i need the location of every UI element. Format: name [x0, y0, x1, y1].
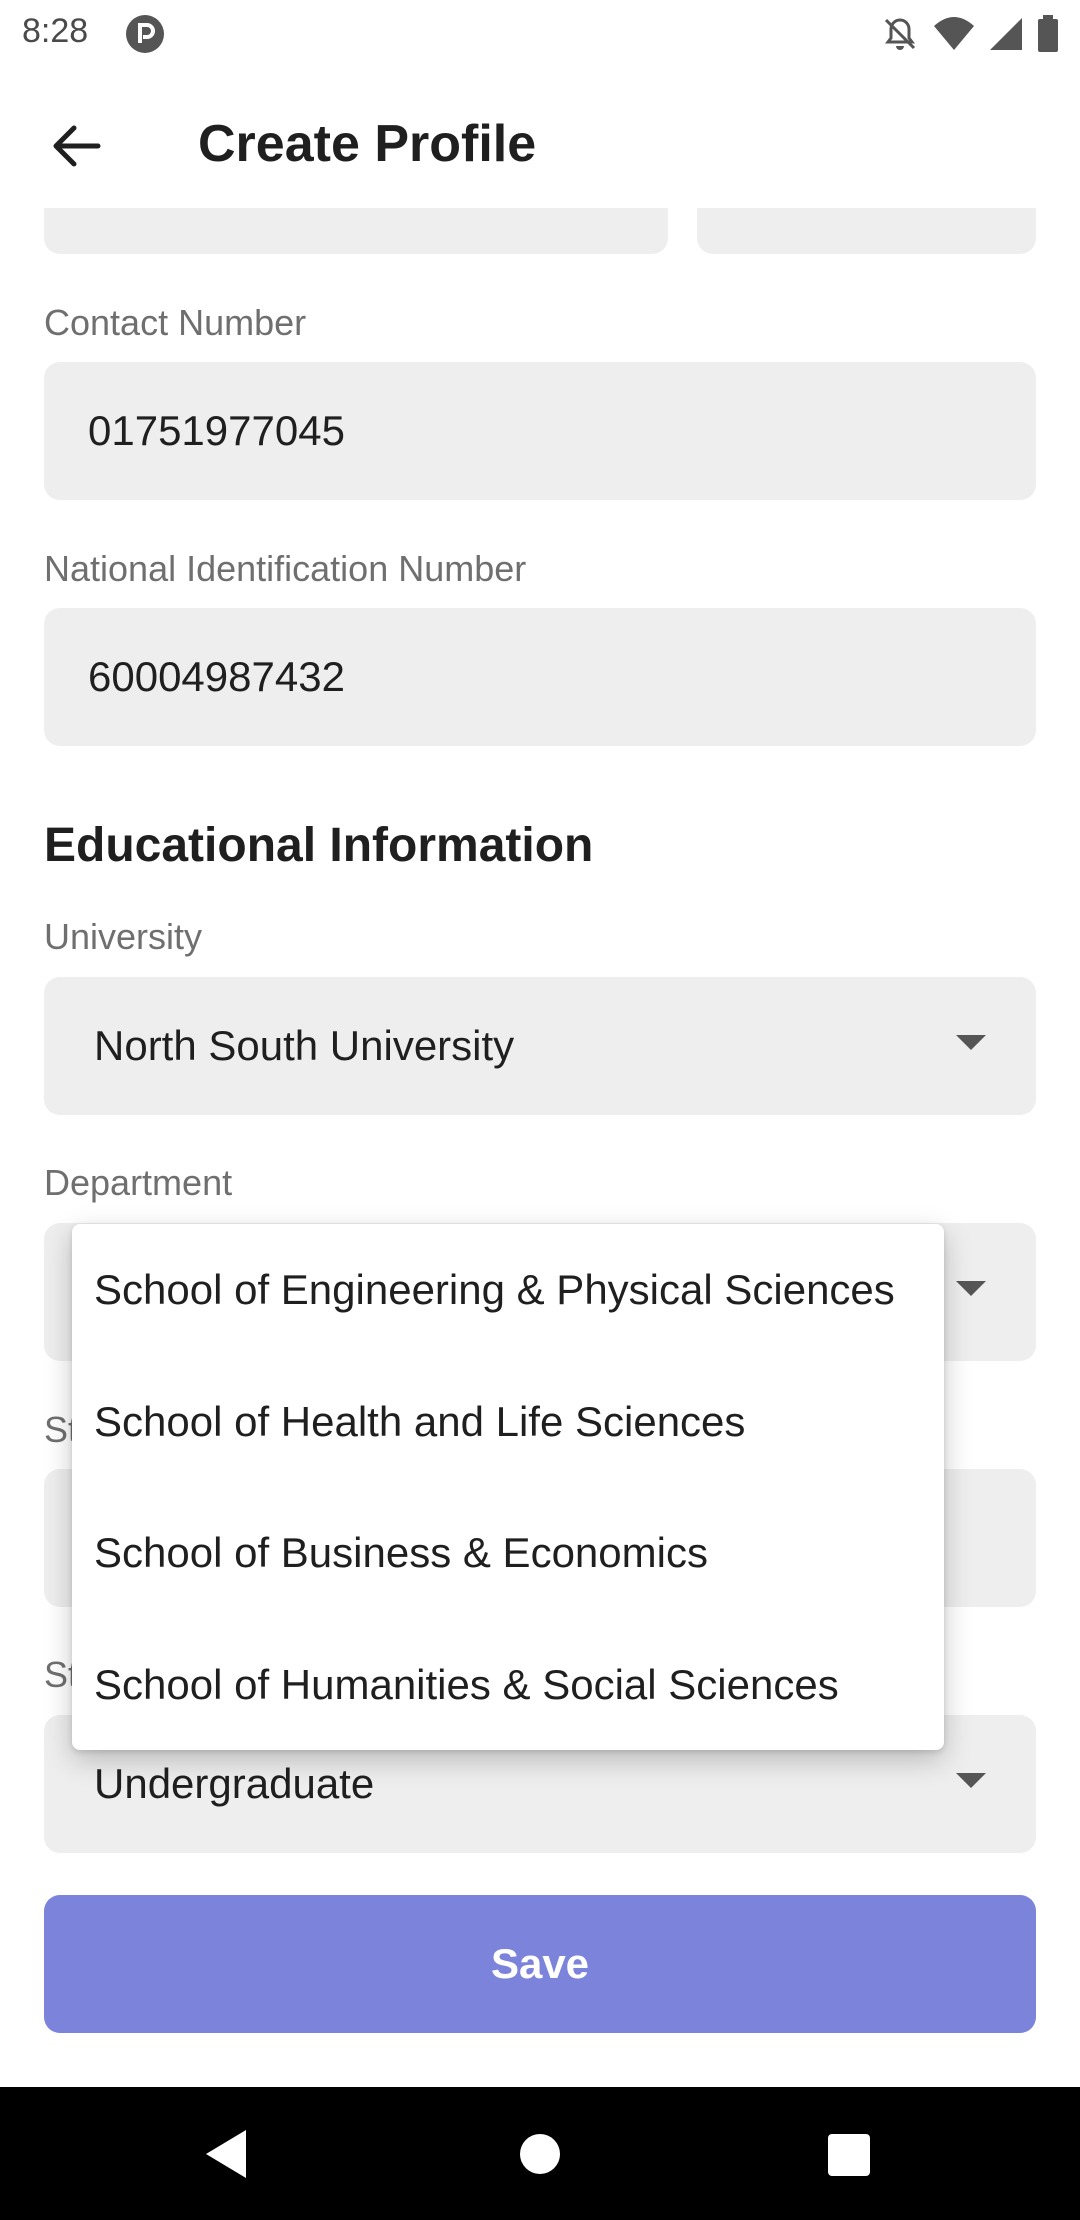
status-icons: [880, 14, 1060, 54]
first-name-field[interactable]: [44, 208, 668, 254]
university-value: North South University: [94, 1022, 515, 1069]
arrow-left-icon: [53, 125, 101, 167]
chevron-down-icon: [956, 1035, 986, 1050]
department-dropdown-menu: School of Engineering & Physical Science…: [72, 1224, 944, 1750]
wifi-icon: [934, 17, 974, 50]
save-button[interactable]: Save: [44, 1895, 1036, 2033]
contact-number-field[interactable]: 01751977045: [44, 362, 1036, 500]
department-label: Department: [44, 1162, 233, 1203]
nav-home-icon[interactable]: [520, 2134, 560, 2174]
page-title: Create Profile: [198, 115, 537, 173]
p-circle-icon: [126, 15, 164, 53]
chevron-down-icon: [956, 1281, 986, 1296]
dropdown-option[interactable]: School of Engineering & Physical Science…: [94, 1266, 895, 1314]
university-label: University: [44, 916, 203, 957]
nid-value: 60004987432: [88, 653, 345, 700]
bell-off-icon: [884, 18, 916, 50]
dropdown-option[interactable]: School of Health and Life Sciences: [94, 1398, 745, 1446]
signal-icon: [990, 18, 1022, 50]
nav-recents-icon[interactable]: [828, 2134, 870, 2176]
status-bar: 8:28: [0, 0, 1080, 66]
nid-label: National Identification Number: [44, 548, 527, 589]
nid-field[interactable]: 60004987432: [44, 608, 1036, 746]
dropdown-option[interactable]: School of Business & Economics: [94, 1529, 708, 1577]
status-time: 8:28: [22, 12, 89, 50]
dropdown-option[interactable]: School of Humanities & Social Sciences: [94, 1661, 839, 1709]
battery-icon: [1038, 15, 1058, 52]
contact-number-value: 01751977045: [88, 407, 345, 454]
section-heading: Educational Information: [44, 819, 594, 872]
chevron-down-icon: [956, 1773, 986, 1788]
back-button[interactable]: [36, 106, 116, 186]
app-bar: [0, 66, 1080, 222]
nav-back-icon[interactable]: [206, 2130, 246, 2178]
last-name-field[interactable]: [697, 208, 1036, 254]
university-select[interactable]: North South University: [44, 977, 1036, 1115]
contact-number-label: Contact Number: [44, 302, 307, 343]
